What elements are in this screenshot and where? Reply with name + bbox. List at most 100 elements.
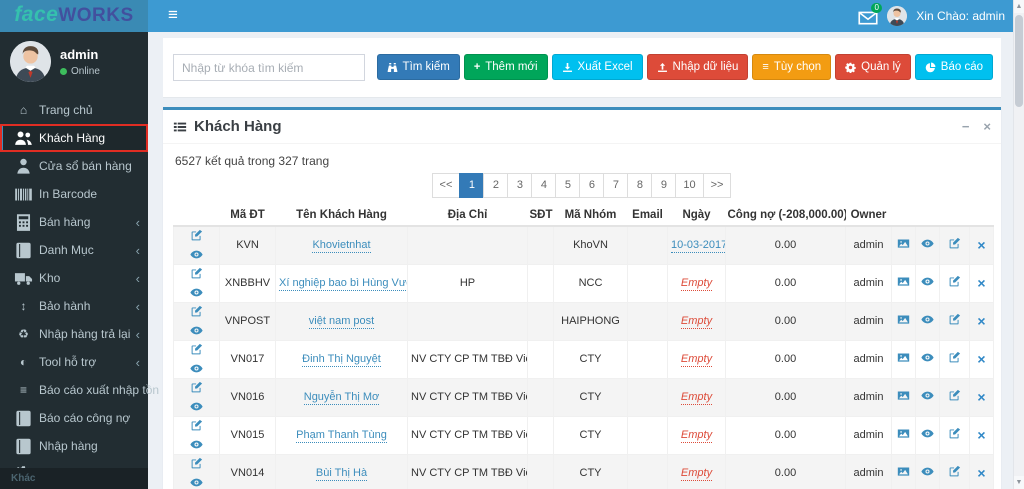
edit-icon[interactable] — [190, 457, 203, 470]
eye-icon[interactable] — [921, 427, 934, 440]
sidebar-toggle-icon[interactable]: ≡ — [160, 0, 186, 32]
date-empty-link[interactable]: Empty — [680, 467, 713, 481]
sidebar-item-9[interactable]: ◐ Tool hỗ trợ ‹ — [0, 348, 148, 376]
close-icon[interactable]: × — [983, 119, 991, 134]
edit-icon[interactable] — [190, 381, 203, 394]
toolbar-button-0[interactable]: Tìm kiếm — [376, 54, 460, 80]
eye-icon[interactable] — [190, 476, 203, 489]
eye-icon[interactable] — [190, 324, 203, 337]
image-icon[interactable] — [897, 465, 910, 478]
date-empty-link[interactable]: Empty — [680, 429, 713, 443]
delete-icon[interactable]: × — [977, 314, 985, 328]
page-button[interactable]: 8 — [627, 173, 653, 198]
date-empty-link[interactable]: Empty — [680, 277, 713, 291]
sidebar-item-6[interactable]: Kho ‹ — [0, 264, 148, 292]
scroll-up-icon[interactable]: ▲ — [1014, 0, 1024, 13]
sidebar-item-3[interactable]: In Barcode — [0, 180, 148, 208]
delete-icon[interactable]: × — [977, 428, 985, 442]
edit-icon[interactable] — [948, 465, 961, 478]
eye-icon[interactable] — [921, 275, 934, 288]
search-input[interactable] — [173, 54, 365, 81]
customer-name-link[interactable]: Xí nghiệp bao bì Hùng Vương — [279, 277, 407, 291]
toolbar-button-2[interactable]: Xuất Excel — [551, 54, 643, 80]
sidebar-item-8[interactable]: ♻ Nhập hàng trả lại ‹ — [0, 320, 148, 348]
customer-name-link[interactable]: Bùi Thị Hà — [315, 467, 368, 481]
page-button[interactable]: 3 — [507, 173, 533, 198]
sidebar-item-11[interactable]: Báo cáo công nợ — [0, 404, 148, 432]
toolbar-button-6[interactable]: Báo cáo — [914, 54, 993, 80]
eye-icon[interactable] — [190, 438, 203, 451]
customer-name-link[interactable]: Khovietnhat — [312, 239, 371, 254]
page-button[interactable]: 4 — [531, 173, 557, 198]
sidebar-item-4[interactable]: Bán hàng ‹ — [0, 208, 148, 236]
customer-name-link[interactable]: Nguyễn Thị Mơ — [303, 391, 380, 405]
edit-icon[interactable] — [948, 427, 961, 440]
eye-icon[interactable] — [190, 286, 203, 299]
customer-name-link[interactable]: Phạm Thanh Tùng — [296, 429, 387, 443]
sidebar-item-0[interactable]: ⌂ Trang chủ — [0, 96, 148, 124]
date-link[interactable]: 10-03-2017 — [671, 239, 725, 254]
delete-icon[interactable]: × — [977, 352, 985, 366]
page-button[interactable]: 7 — [603, 173, 629, 198]
page-button[interactable]: << — [431, 173, 461, 198]
collapse-icon[interactable]: − — [962, 119, 970, 134]
edit-icon[interactable] — [948, 275, 961, 288]
page-button[interactable]: 5 — [555, 173, 581, 198]
image-icon[interactable] — [897, 237, 910, 250]
navbar-avatar[interactable] — [887, 6, 908, 26]
edit-icon[interactable] — [948, 351, 961, 364]
edit-icon[interactable] — [948, 237, 961, 250]
customer-name-link[interactable]: việt nam post — [308, 315, 375, 329]
edit-icon[interactable] — [190, 267, 203, 280]
eye-icon[interactable] — [921, 465, 934, 478]
sidebar-item-5[interactable]: Danh Mục ‹ — [0, 236, 148, 264]
scrollbar-thumb[interactable] — [1015, 15, 1023, 107]
page-button[interactable]: 10 — [675, 173, 704, 198]
eye-icon[interactable] — [921, 237, 934, 250]
toolbar-button-4[interactable]: ≡ Tùy chọn — [752, 54, 832, 80]
eye-icon[interactable] — [921, 389, 934, 402]
page-button[interactable]: 6 — [579, 173, 605, 198]
eye-icon[interactable] — [190, 248, 203, 261]
customer-name-link[interactable]: Đinh Thị Nguyệt — [302, 353, 381, 367]
vertical-scrollbar[interactable]: ▲ ▼ — [1013, 0, 1024, 489]
scroll-down-icon[interactable]: ▼ — [1014, 476, 1024, 489]
edit-icon[interactable] — [948, 389, 961, 402]
eye-icon[interactable] — [190, 362, 203, 375]
page-button[interactable]: 9 — [651, 173, 677, 198]
mail-menu[interactable]: 0 — [858, 3, 883, 25]
eye-icon[interactable] — [921, 313, 934, 326]
page-button[interactable]: 2 — [483, 173, 509, 198]
image-icon[interactable] — [897, 275, 910, 288]
sidebar-item-7[interactable]: ↕ Bảo hành ‹ — [0, 292, 148, 320]
date-empty-link[interactable]: Empty — [680, 391, 713, 405]
edit-icon[interactable] — [190, 229, 203, 242]
sidebar-item-1[interactable]: Khách Hàng — [0, 124, 148, 152]
greeting-text[interactable]: Xin Chào: admin — [916, 9, 1005, 23]
image-icon[interactable] — [897, 427, 910, 440]
delete-icon[interactable]: × — [977, 390, 985, 404]
sidebar-item-2[interactable]: Cửa sổ bán hàng — [0, 152, 148, 180]
sidebar-item-10[interactable]: ≡ Báo cáo xuất nhập tồn — [0, 376, 159, 404]
image-icon[interactable] — [897, 351, 910, 364]
date-empty-link[interactable]: Empty — [680, 353, 713, 367]
toolbar-button-5[interactable]: Quản lý — [835, 54, 911, 80]
image-icon[interactable] — [897, 389, 910, 402]
toolbar-button-3[interactable]: Nhập dữ liệu — [646, 54, 749, 80]
delete-icon[interactable]: × — [977, 238, 985, 252]
page-button[interactable]: >> — [702, 173, 732, 198]
page-button[interactable]: 1 — [459, 173, 485, 198]
eye-icon[interactable] — [190, 400, 203, 413]
edit-icon[interactable] — [948, 313, 961, 326]
toolbar-button-1[interactable]: + Thêm mới — [463, 54, 548, 80]
delete-icon[interactable]: × — [977, 276, 985, 290]
app-logo[interactable]: faceWORKS — [0, 0, 148, 32]
edit-icon[interactable] — [190, 419, 203, 432]
sidebar-item-12[interactable]: Nhập hàng — [0, 432, 148, 460]
delete-icon[interactable]: × — [977, 466, 985, 480]
image-icon[interactable] — [897, 313, 910, 326]
edit-icon[interactable] — [190, 343, 203, 356]
edit-icon[interactable] — [190, 305, 203, 318]
date-empty-link[interactable]: Empty — [680, 315, 713, 329]
eye-icon[interactable] — [921, 351, 934, 364]
